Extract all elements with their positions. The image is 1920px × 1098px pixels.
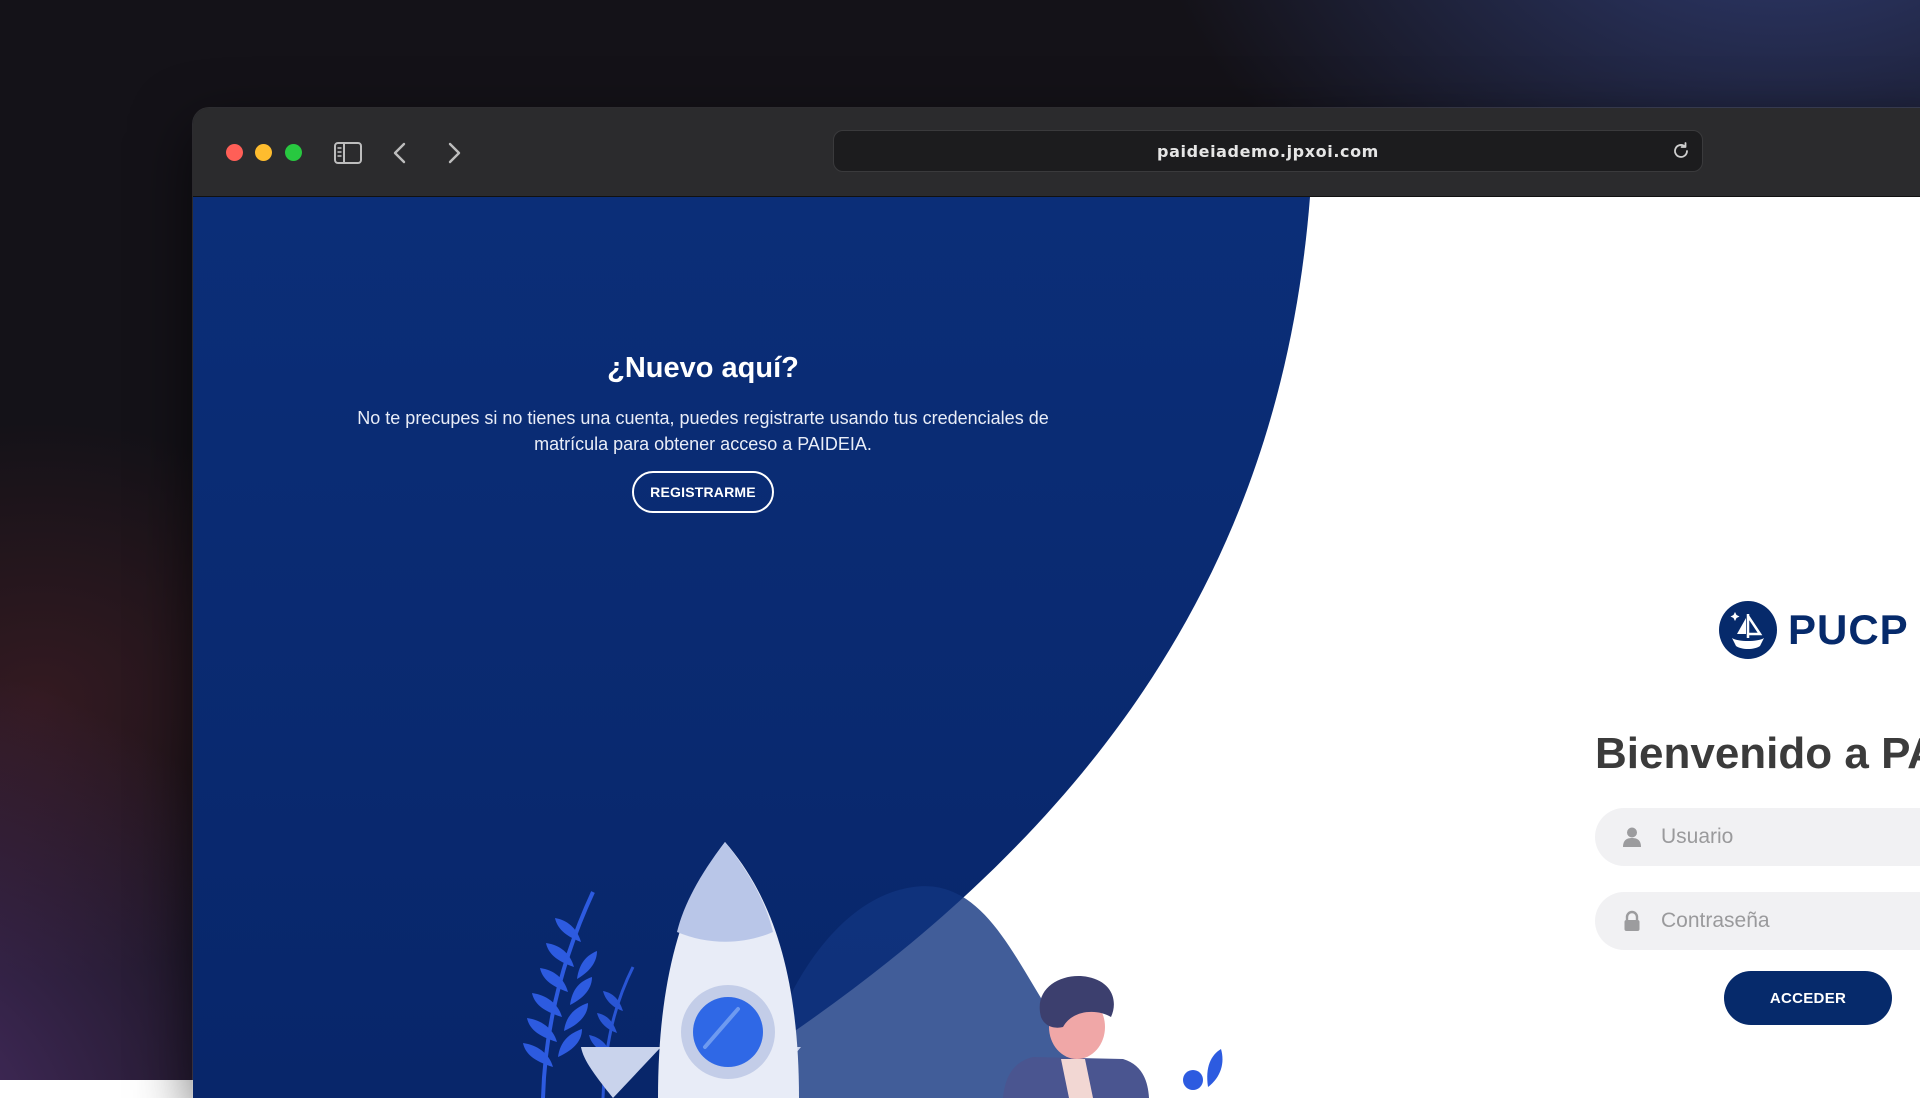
welcome-heading: Bienvenido a PA bbox=[1595, 729, 1920, 778]
url-text: paideiademo.jpxoi.com bbox=[1157, 141, 1379, 161]
pucp-logo: PUCP bbox=[1718, 600, 1909, 660]
pucp-seal-icon bbox=[1719, 601, 1777, 659]
forward-button[interactable] bbox=[437, 136, 471, 170]
rocket bbox=[581, 842, 801, 1098]
signup-title: ¿Nuevo aquí? bbox=[607, 352, 799, 384]
user-icon bbox=[1623, 827, 1641, 847]
close-window-button[interactable] bbox=[226, 144, 243, 161]
login-page: ¿Nuevo aquí? No te precupes si no tienes… bbox=[193, 197, 1920, 1098]
plant-left bbox=[523, 891, 597, 1098]
back-button[interactable] bbox=[383, 136, 417, 170]
sidebar-icon bbox=[334, 142, 362, 164]
sidebar-toggle-button[interactable] bbox=[331, 136, 365, 170]
signup-section: ¿Nuevo aquí? No te precupes si no tienes… bbox=[323, 352, 1083, 513]
login-button[interactable]: ACCEDER bbox=[1724, 971, 1892, 1025]
password-field[interactable] bbox=[1595, 892, 1920, 950]
reload-icon[interactable] bbox=[1670, 140, 1692, 162]
maximize-window-button[interactable] bbox=[285, 144, 302, 161]
username-input[interactable] bbox=[1659, 824, 1920, 850]
minimize-window-button[interactable] bbox=[255, 144, 272, 161]
rocket-illustration bbox=[523, 842, 1223, 1098]
username-field[interactable] bbox=[1595, 808, 1920, 866]
signup-description: No te precupes si no tienes una cuenta, … bbox=[357, 408, 1049, 454]
lock-icon bbox=[1624, 910, 1640, 931]
pucp-logo-text: PUCP bbox=[1788, 606, 1909, 653]
forward-arrow-icon bbox=[448, 142, 461, 164]
browser-window: paideiademo.jpxoi.com ¿Nuevo aquí? No te… bbox=[193, 108, 1920, 1098]
back-arrow-icon bbox=[393, 142, 406, 164]
register-button[interactable]: REGISTRARME bbox=[632, 471, 774, 513]
password-input[interactable] bbox=[1659, 908, 1920, 934]
address-bar[interactable]: paideiademo.jpxoi.com bbox=[833, 130, 1703, 172]
browser-toolbar: paideiademo.jpxoi.com bbox=[193, 108, 1920, 197]
